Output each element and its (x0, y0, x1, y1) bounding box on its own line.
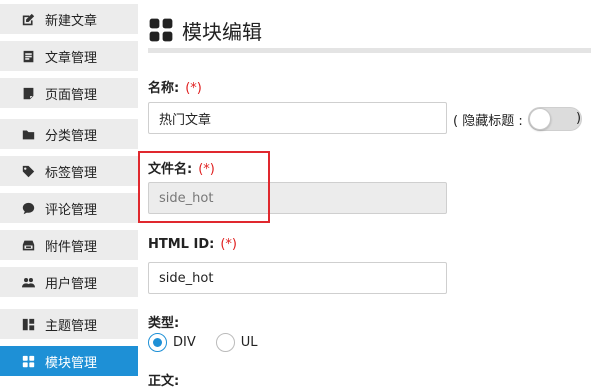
title-divider (148, 48, 591, 53)
sidebar-item-user-manage[interactable]: 用户管理 (0, 267, 138, 297)
htmlid-label: HTML ID: (*) (148, 237, 237, 252)
sidebar-item-comment-manage[interactable]: 评论管理 (0, 193, 138, 223)
htmlid-label-text: HTML ID: (148, 237, 215, 252)
type-radio-ul[interactable] (215, 332, 235, 352)
hide-title-close-paren: ) (576, 111, 582, 126)
name-label: 名称: (*) (148, 77, 202, 96)
sidebar-item-label: 标签管理 (45, 165, 98, 181)
users-icon (21, 275, 35, 289)
sidebar-item-label: 用户管理 (45, 276, 98, 292)
name-input[interactable]: 热门文章 (148, 102, 447, 134)
sidebar: 新建文章 文章管理 页面管理 分类管理 标签管理 评论管理 附件管理 用户管理 … (0, 0, 138, 390)
folder-icon (21, 127, 35, 141)
tag-icon (21, 164, 35, 178)
sidebar-item-label: 评论管理 (45, 202, 98, 218)
hide-title-toggle[interactable] (528, 107, 582, 131)
name-input-value: 热门文章 (159, 112, 212, 128)
sidebar-item-page-manage[interactable]: 页面管理 (0, 78, 138, 108)
modules-icon (148, 17, 182, 43)
sidebar-item-label: 分类管理 (45, 128, 98, 144)
type-label: 类型: (148, 316, 180, 331)
sidebar-item-theme-manage[interactable]: 主题管理 (0, 309, 138, 339)
required-mark: (*) (198, 162, 215, 177)
sidebar-item-module-manage[interactable]: 模块管理 (0, 346, 138, 376)
archive-icon (21, 238, 35, 252)
filename-input: side_hot (148, 182, 447, 214)
required-mark: (*) (185, 81, 202, 96)
hide-title-label: ( 隐藏标题 : (453, 113, 523, 129)
sidebar-item-label: 附件管理 (45, 239, 98, 255)
htmlid-input-value: side_hot (159, 270, 214, 286)
sidebar-item-new-article[interactable]: 新建文章 (0, 4, 138, 34)
page-icon (21, 86, 35, 100)
theme-icon (21, 317, 35, 331)
sidebar-item-label: 主题管理 (45, 318, 98, 334)
filename-label: 文件名: (*) (148, 158, 215, 177)
htmlid-input[interactable]: side_hot (148, 262, 447, 294)
modules-icon (21, 354, 35, 368)
type-option-div-label: DIV (173, 334, 196, 350)
sidebar-item-article-manage[interactable]: 文章管理 (0, 41, 138, 71)
sidebar-item-label: 模块管理 (45, 355, 98, 371)
filename-label-text: 文件名: (148, 162, 193, 177)
sidebar-item-category-manage[interactable]: 分类管理 (0, 119, 138, 149)
required-mark: (*) (220, 237, 237, 252)
filename-input-value: side_hot (159, 190, 214, 206)
page-title: 模块编辑 (148, 14, 262, 46)
sidebar-item-label: 新建文章 (45, 13, 98, 29)
name-label-text: 名称: (148, 81, 180, 96)
toggle-knob (529, 108, 551, 130)
pencil-square-icon (21, 12, 35, 26)
type-radio-group: DIV UL (148, 331, 278, 353)
sidebar-item-tag-manage[interactable]: 标签管理 (0, 156, 138, 186)
sidebar-item-label: 文章管理 (45, 50, 98, 66)
document-list-icon (21, 49, 35, 63)
module-edit-panel: 模块编辑 名称: (*) 热门文章 ( 隐藏标题 : ) 文件名: (*) side… (148, 0, 591, 390)
body-label: 正文: (148, 374, 180, 389)
page-title-text: 模块编辑 (182, 19, 262, 44)
type-radio-div[interactable] (148, 332, 167, 352)
type-option-ul-label: UL (240, 334, 258, 350)
comment-icon (21, 201, 35, 215)
sidebar-item-attachment-manage[interactable]: 附件管理 (0, 230, 138, 260)
sidebar-item-label: 页面管理 (45, 87, 98, 103)
